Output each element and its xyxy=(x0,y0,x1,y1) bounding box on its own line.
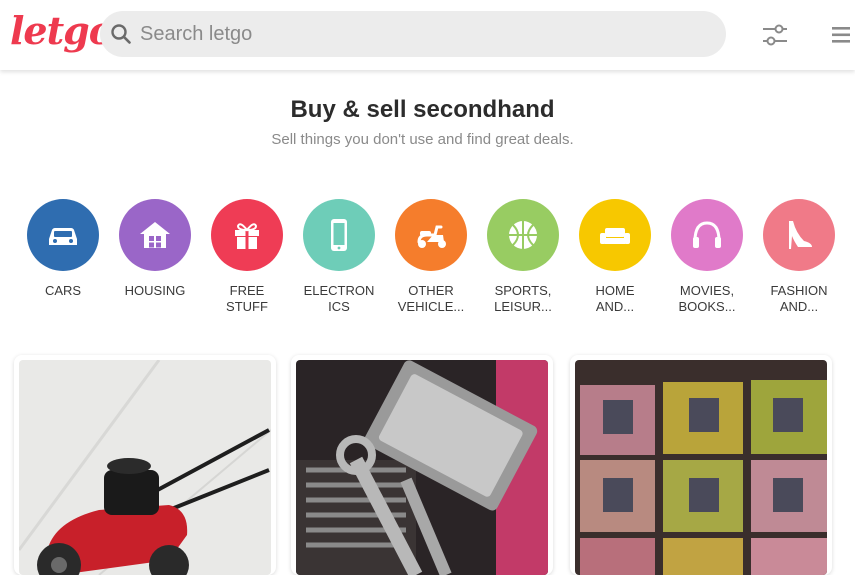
gift-icon xyxy=(235,223,259,249)
category-circle xyxy=(27,199,99,271)
category-sports-leisure[interactable]: SPORTS, LEISUR... xyxy=(477,199,569,315)
category-circle xyxy=(211,199,283,271)
category-label: SPORTS, LEISUR... xyxy=(494,283,552,314)
category-circle xyxy=(395,199,467,271)
hamburger-menu-icon xyxy=(832,27,850,43)
listing-photo[interactable] xyxy=(575,360,827,575)
category-circle xyxy=(119,199,191,271)
category-strip: CARS HOUSING FREE STUFF ELECTRON ICS OTH… xyxy=(0,199,855,329)
category-free-stuff[interactable]: FREE STUFF xyxy=(201,199,293,315)
category-label: ELECTRON ICS xyxy=(303,283,375,314)
search-bar[interactable] xyxy=(100,11,726,57)
category-circle xyxy=(303,199,375,271)
listing-photo[interactable] xyxy=(296,360,548,575)
search-icon xyxy=(111,24,131,44)
sliders-icon xyxy=(763,24,787,46)
category-cars[interactable]: CARS xyxy=(17,199,109,299)
headphones-icon xyxy=(693,221,721,248)
category-label: HOUSING xyxy=(124,283,186,298)
tool-set-photo xyxy=(296,360,548,575)
page-subtitle: Sell things you don't use and find great… xyxy=(271,131,574,148)
letgo-logo[interactable]: letgo xyxy=(10,8,114,53)
category-label: OTHER VEHICLE... xyxy=(397,283,465,314)
category-circle xyxy=(671,199,743,271)
scooter-icon xyxy=(417,225,446,248)
category-fashion[interactable]: FASHION AND... xyxy=(753,199,845,315)
listing-card[interactable] xyxy=(14,355,276,575)
search-input[interactable] xyxy=(140,11,710,57)
listing-photo[interactable] xyxy=(19,360,271,575)
category-label: CARS xyxy=(44,283,82,298)
house-icon xyxy=(140,222,170,248)
category-label: FREE STUFF xyxy=(226,283,268,314)
category-movies-books[interactable]: MOVIES, BOOKS... xyxy=(661,199,753,315)
car-icon xyxy=(49,228,77,245)
top-bar: letgo xyxy=(0,0,855,70)
category-home-and-garden[interactable]: HOME AND... xyxy=(569,199,661,315)
basketball-icon xyxy=(509,221,537,249)
page-title: Buy & sell secondhand xyxy=(290,96,555,123)
category-label: MOVIES, BOOKS... xyxy=(678,283,736,314)
listing-card[interactable] xyxy=(570,355,832,575)
phone-icon xyxy=(331,219,347,251)
filter-button[interactable] xyxy=(760,20,790,50)
category-other-vehicles[interactable]: OTHER VEHICLE... xyxy=(385,199,477,315)
listing-card[interactable] xyxy=(291,355,553,575)
sofa-icon xyxy=(600,228,630,244)
lawn-mower-photo xyxy=(19,360,271,575)
trading-cards-photo xyxy=(575,360,827,575)
category-label: FASHION AND... xyxy=(770,283,828,314)
category-circle xyxy=(579,199,651,271)
menu-button[interactable] xyxy=(830,22,852,48)
category-electronics[interactable]: ELECTRON ICS xyxy=(293,199,385,315)
high-heel-icon xyxy=(789,221,812,249)
category-circle xyxy=(763,199,835,271)
category-housing[interactable]: HOUSING xyxy=(109,199,201,299)
category-circle xyxy=(487,199,559,271)
category-label: HOME AND... xyxy=(595,283,635,314)
